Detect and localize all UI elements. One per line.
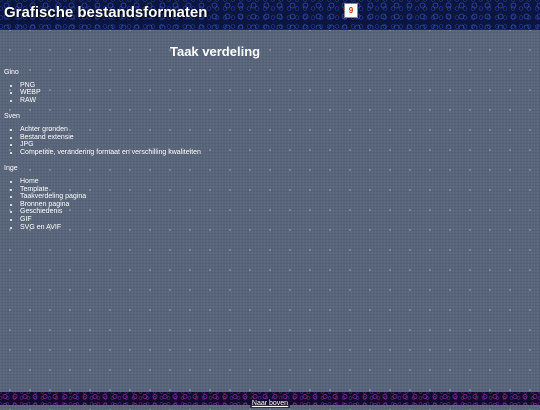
task-list-gino: PNG WEBP RAW	[4, 82, 524, 105]
list-item: Bronnen pagina	[20, 201, 524, 209]
person-name-inge: Inge	[4, 165, 18, 173]
site-title: Grafische bestandsformaten	[4, 4, 208, 21]
list-item: SVG en AVIF	[20, 224, 524, 232]
site-header: Grafische bestandsformaten 9	[0, 0, 540, 30]
list-item: GIF	[20, 216, 524, 224]
list-item: RAW	[20, 97, 524, 105]
list-item: Bestand extensie	[20, 134, 524, 142]
list-item: Taakverdeling pagina	[20, 193, 524, 201]
page-title: Taak verdeling	[170, 44, 261, 59]
list-item: WEBP	[20, 89, 524, 97]
list-item: Geschiedenis	[20, 208, 524, 216]
task-list-sven: Achter gronden Bestand extensie JPG Comp…	[4, 126, 524, 156]
site-footer: Naar boven	[0, 392, 540, 408]
list-item: Template	[20, 186, 524, 194]
task-list-inge: Home Template Taakverdeling pagina Bronn…	[4, 178, 524, 231]
list-item: Achter gronden	[20, 126, 524, 134]
list-item: PNG	[20, 82, 524, 90]
list-item: Home	[20, 178, 524, 186]
task-division-content: Gino PNG WEBP RAW Sven Achter gronden Be…	[4, 69, 524, 240]
logo-glyph: 9	[348, 5, 354, 15]
logo-icon: 9	[344, 3, 358, 18]
person-name-gino: Gino	[4, 69, 19, 76]
list-item: Competitie, verandering formaat en versc…	[20, 149, 524, 157]
back-to-top-link[interactable]: Naar boven	[249, 399, 291, 408]
list-item: JPG	[20, 141, 524, 149]
person-name-sven: Sven	[4, 113, 20, 121]
